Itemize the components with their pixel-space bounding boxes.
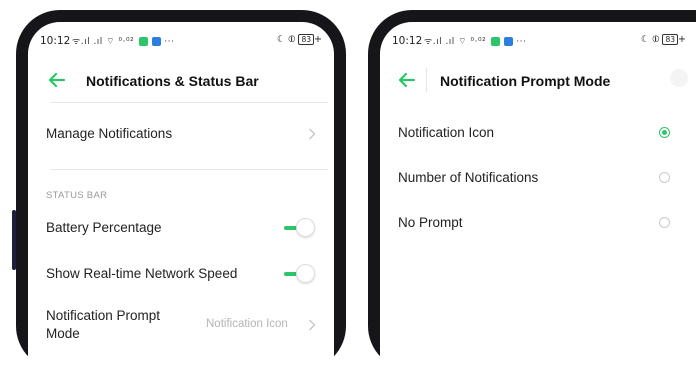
more-icon: ··· [516,37,527,47]
page-header: Notification Prompt Mode [380,64,696,98]
divider [50,169,328,170]
header-divider [426,68,427,92]
radio-selected[interactable] [659,127,670,138]
option-label: No Prompt [398,215,463,230]
toggle-knob [296,218,315,237]
signal-icons: ᯤ.ıl .ıl ⌔ ⁰·⁰² ··· [72,34,174,47]
toggle-knob [296,264,315,283]
charging-icon: + [314,34,322,45]
page-header: Notifications & Status Bar [28,64,334,98]
status-right: ☾ ⦶ 83 + [641,34,686,45]
status-right: ☾ ⦶ 83 + [277,34,322,45]
settings-icon [670,69,688,87]
status-bar: 10:12 ᯤ.ıl .ıl ⌔ ⁰·⁰² ··· ☾ ⦶ 83 + [380,22,696,52]
manage-notifications-label: Manage Notifications [46,126,173,141]
back-arrow-icon[interactable] [48,70,66,90]
page-title: Notification Prompt Mode [440,73,611,89]
more-icon: ··· [164,37,175,47]
divider [50,102,328,103]
network-speed-toggle[interactable] [284,264,316,284]
right-screen: 10:12 ᯤ.ıl .ıl ⌔ ⁰·⁰² ··· ☾ ⦶ 83 + Notifi… [380,22,696,370]
left-phone: 10:12 ᯤ.ıl .ıl ⌔ ⁰·⁰² ··· ☾ ⦶ 83 + Notifi… [12,10,346,370]
vibrate-icon: ⦶ [652,34,660,45]
signal-icon: ᯤ.ıl .ıl ⌔ ⁰·⁰² [424,37,487,47]
signal-icons: ᯤ.ıl .ıl ⌔ ⁰·⁰² ··· [424,34,526,47]
moon-icon: ☾ [276,34,286,45]
battery-percentage-toggle[interactable] [284,218,316,238]
wechat-icon [138,37,148,46]
battery-icon: 83 [662,34,679,45]
status-time: 10:12 [392,35,423,47]
signal-icon: ᯤ.ıl .ıl ⌔ ⁰·⁰² [72,37,135,47]
left-screen: 10:12 ᯤ.ıl .ıl ⌔ ⁰·⁰² ··· ☾ ⦶ 83 + Notifi… [28,22,334,370]
charging-icon: + [678,34,686,45]
app-notification-icon [151,37,161,46]
page-title: Notifications & Status Bar [86,73,259,89]
back-arrow-icon[interactable] [398,70,416,90]
chevron-right-icon [309,128,316,140]
prompt-mode-value: Notification Icon [206,318,288,330]
volume-button [12,210,16,270]
status-bar: 10:12 ᯤ.ıl .ıl ⌔ ⁰·⁰² ··· ☾ ⦶ 83 + [28,22,334,52]
radio-unselected[interactable] [659,172,670,183]
network-speed-label: Show Real-time Network Speed [46,266,238,281]
wechat-icon [490,37,500,46]
prompt-mode-label-line1: Notification Prompt [46,308,161,323]
option-label: Notification Icon [398,125,495,140]
status-time: 10:12 [40,35,71,47]
right-phone: 10:12 ᯤ.ıl .ıl ⌔ ⁰·⁰² ··· ☾ ⦶ 83 + Notifi… [368,10,696,370]
moon-icon: ☾ [640,34,650,45]
prompt-mode-label-line2: Mode [46,326,80,341]
battery-percentage-label: Battery Percentage [46,220,162,235]
chevron-right-icon [309,319,316,331]
option-label: Number of Notifications [398,170,539,185]
section-header-status-bar: STATUS BAR [46,190,108,201]
radio-unselected[interactable] [659,217,670,228]
vibrate-icon: ⦶ [288,34,296,45]
battery-icon: 83 [298,34,315,45]
app-notification-icon [503,37,513,46]
